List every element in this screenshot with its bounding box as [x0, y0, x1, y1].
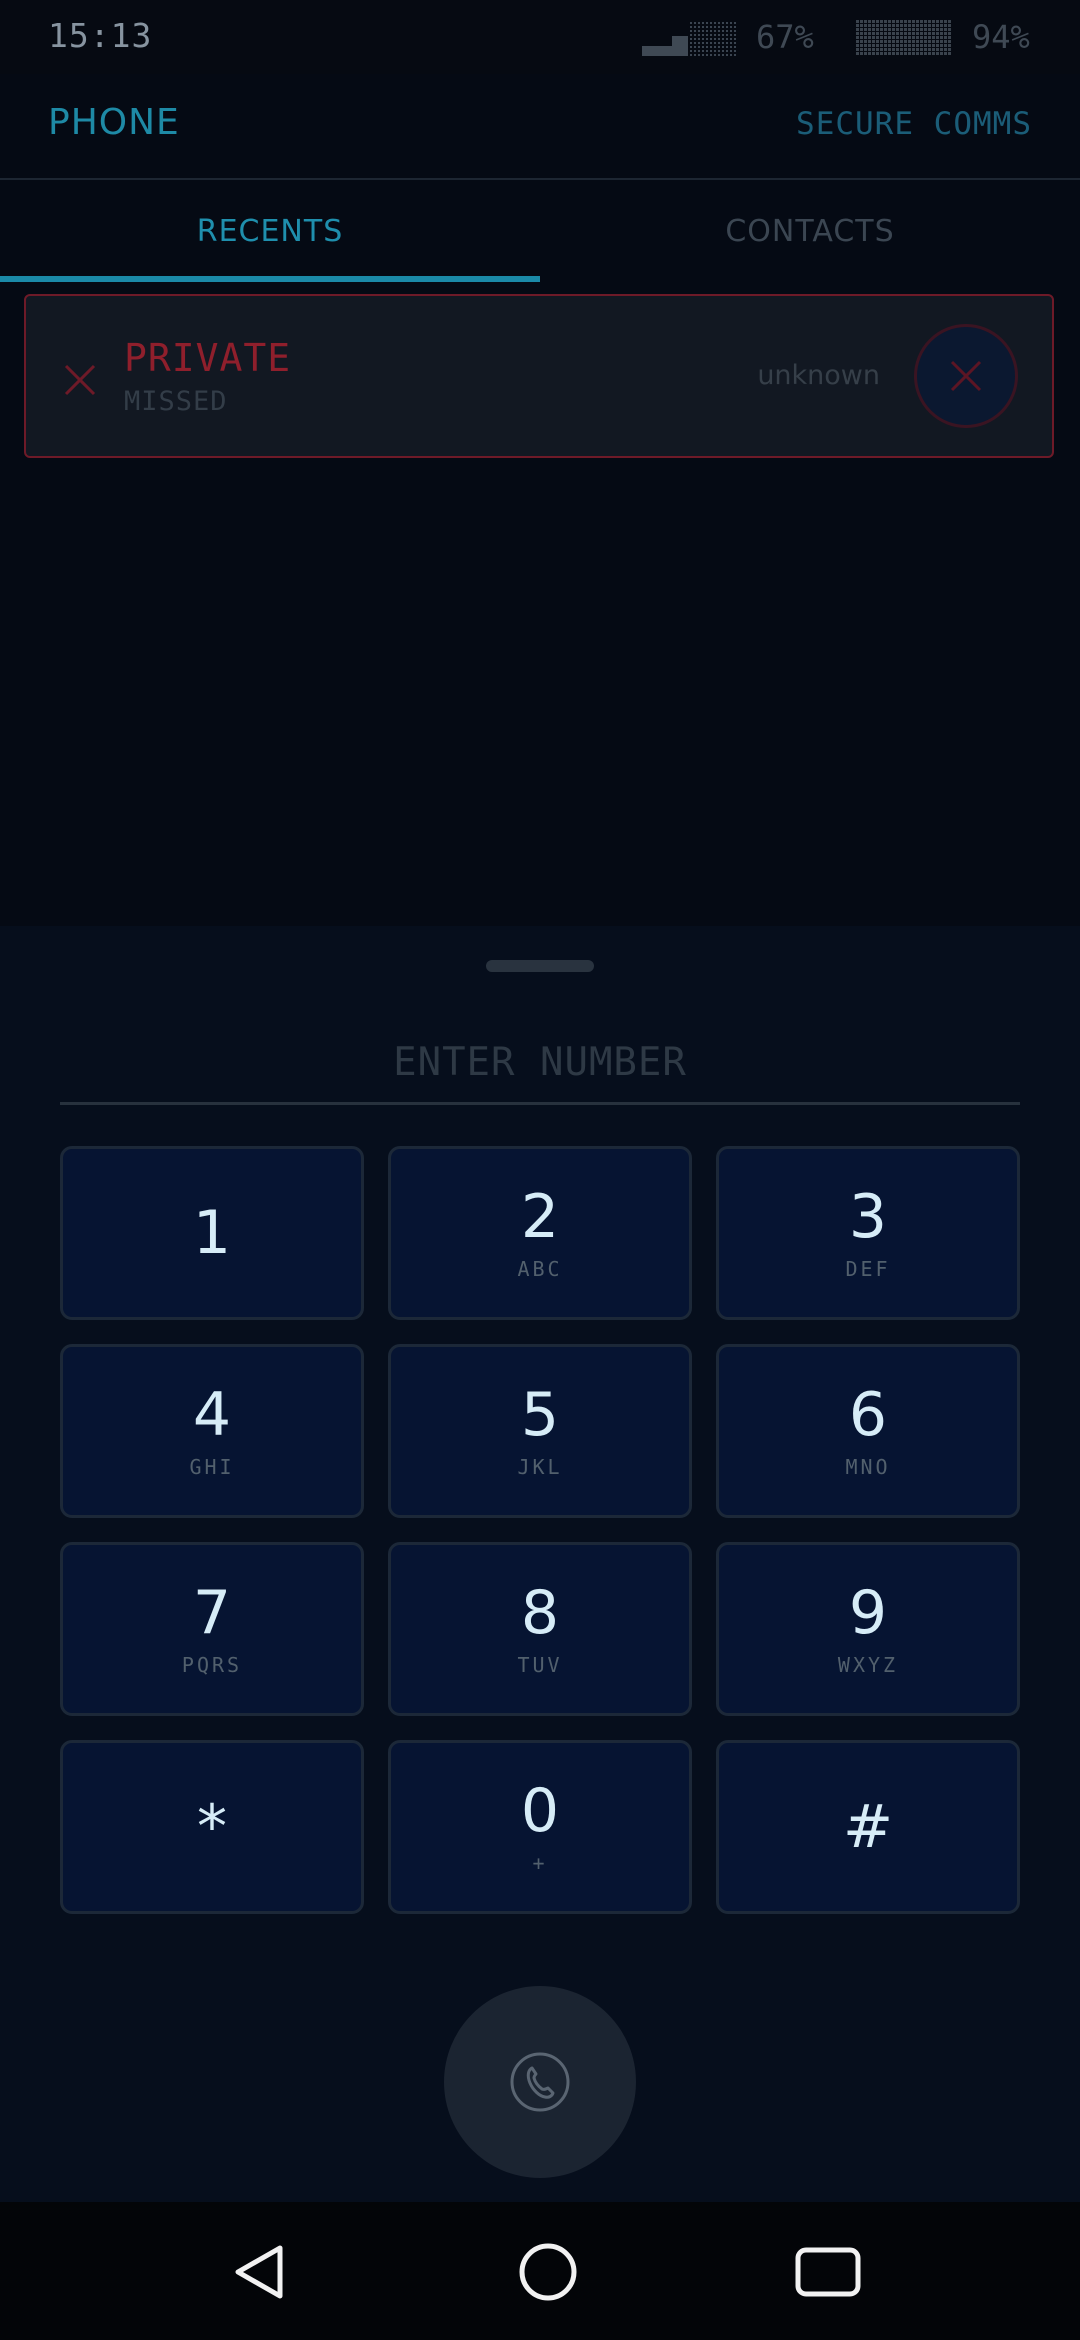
key-digit: 2 — [520, 1182, 560, 1252]
call-status: MISSED — [124, 386, 228, 417]
key-1[interactable]: 1 — [60, 1146, 364, 1320]
key-letters: DEF — [845, 1257, 891, 1281]
key-3[interactable]: 3 DEF — [716, 1146, 1020, 1320]
nav-back-button[interactable] — [210, 2222, 310, 2322]
key-digit: 7 — [192, 1578, 232, 1648]
key-digit: 8 — [520, 1578, 560, 1648]
key-letters: ABC — [517, 1257, 563, 1281]
number-input[interactable] — [60, 1022, 1020, 1105]
key-letters: TUV — [517, 1653, 563, 1677]
call-button[interactable] — [444, 1986, 636, 2178]
key-0[interactable]: 0 + — [388, 1740, 692, 1914]
nav-home-button[interactable] — [498, 2222, 598, 2322]
battery-icon — [856, 20, 952, 56]
caller-name: PRIVATE — [124, 336, 292, 380]
key-7[interactable]: 7 PQRS — [60, 1542, 364, 1716]
key-digit: * — [197, 1792, 227, 1862]
dismiss-call-button[interactable] — [914, 324, 1018, 428]
key-digit: 9 — [848, 1578, 888, 1648]
recents-list: PRIVATE MISSED unknown — [0, 282, 1080, 926]
drag-handle[interactable] — [486, 960, 594, 972]
key-letters: + — [532, 1851, 548, 1875]
key-star[interactable]: * — [60, 1740, 364, 1914]
close-icon — [950, 360, 982, 392]
key-digit: # — [842, 1792, 894, 1862]
key-digit: 6 — [848, 1380, 888, 1450]
call-detail: unknown — [757, 360, 880, 391]
phone-handset-icon — [510, 2052, 570, 2112]
key-digit: 1 — [192, 1198, 232, 1268]
signal-bars-icon — [642, 20, 736, 56]
key-letters: MNO — [845, 1455, 891, 1479]
app-title: PHONE — [48, 102, 180, 143]
tab-bar: RECENTS CONTACTS — [0, 180, 1080, 282]
key-5[interactable]: 5 JKL — [388, 1344, 692, 1518]
dialer-sheet: 1 2 ABC 3 DEF 4 GHI 5 JKL 6 MNO 7 PQRS 8 — [0, 926, 1080, 2202]
key-hash[interactable]: # — [716, 1740, 1020, 1914]
key-letters: GHI — [189, 1455, 235, 1479]
key-8[interactable]: 8 TUV — [388, 1542, 692, 1716]
status-bar: 15:13 67% 94% — [0, 0, 1080, 74]
key-letters: JKL — [517, 1455, 563, 1479]
recent-call-item[interactable]: PRIVATE MISSED unknown — [24, 294, 1054, 458]
back-triangle-icon — [235, 2245, 283, 2299]
app-header: PHONE SECURE COMMS — [0, 74, 1080, 180]
tab-recents[interactable]: RECENTS — [0, 180, 540, 282]
key-digit: 4 — [192, 1380, 232, 1450]
tab-contacts[interactable]: CONTACTS — [540, 180, 1080, 282]
missed-call-x-icon — [64, 364, 96, 396]
key-letters: WXYZ — [837, 1653, 899, 1677]
key-letters: PQRS — [181, 1653, 243, 1677]
key-2[interactable]: 2 ABC — [388, 1146, 692, 1320]
key-6[interactable]: 6 MNO — [716, 1344, 1020, 1518]
status-time: 15:13 — [48, 16, 153, 55]
key-digit: 0 — [520, 1776, 560, 1846]
recents-square-icon — [795, 2247, 861, 2297]
key-digit: 3 — [848, 1182, 888, 1252]
key-4[interactable]: 4 GHI — [60, 1344, 364, 1518]
home-circle-icon — [519, 2243, 577, 2301]
nav-recents-button[interactable] — [778, 2222, 878, 2322]
system-nav-bar — [0, 2202, 1080, 2340]
signal-percent: 67% — [756, 18, 814, 56]
keypad: 1 2 ABC 3 DEF 4 GHI 5 JKL 6 MNO 7 PQRS 8 — [60, 1146, 1020, 1914]
key-digit: 5 — [520, 1380, 560, 1450]
key-9[interactable]: 9 WXYZ — [716, 1542, 1020, 1716]
app-subtitle: SECURE COMMS — [796, 106, 1032, 142]
battery-percent: 94% — [972, 18, 1030, 56]
